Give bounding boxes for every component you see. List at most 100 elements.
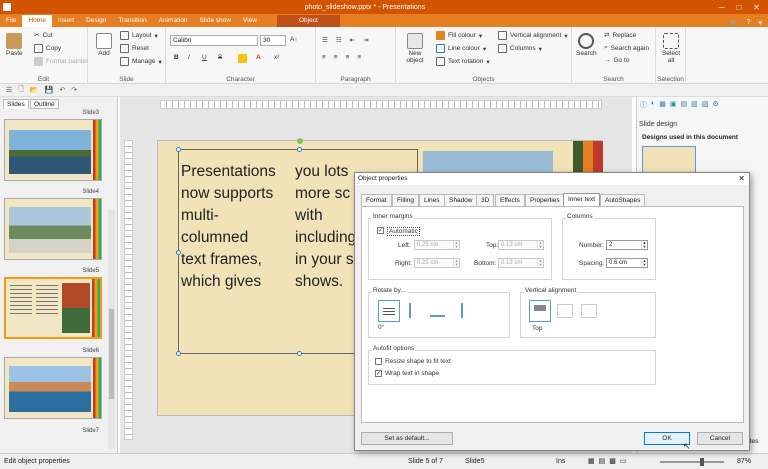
valign-top-button[interactable] xyxy=(529,300,551,322)
tab-inner-text[interactable]: Inner text xyxy=(563,193,601,207)
fill-colour-button[interactable]: Fill colour ▾ xyxy=(436,31,482,40)
wrap-text-checkbox[interactable]: ✓ xyxy=(375,370,382,377)
replace-button[interactable]: ⇄ Replace xyxy=(604,31,636,40)
slide-thumbnail-5[interactable] xyxy=(4,277,102,339)
tab-3d[interactable]: 3D xyxy=(476,194,495,206)
resize-handle[interactable] xyxy=(297,351,302,356)
scrollbar-thumb[interactable] xyxy=(109,309,114,399)
format-painter-button[interactable]: Format painter xyxy=(34,57,88,66)
valign-bottom-icon[interactable] xyxy=(581,304,597,318)
redo-icon[interactable]: ↷ xyxy=(71,86,77,94)
minimize-icon[interactable]: ─ xyxy=(719,3,725,12)
ribbon-options-icon[interactable]: ▾ xyxy=(758,19,762,27)
text-rotation-button[interactable]: Text rotation ▾ xyxy=(436,57,490,66)
tab-lines[interactable]: Lines xyxy=(419,194,445,206)
cart-icon[interactable]: 🛒 xyxy=(730,19,739,27)
gallery-icon[interactable]: ▥ xyxy=(691,100,698,110)
wrap-text-label[interactable]: Wrap text in shape xyxy=(385,370,439,377)
automatic-checkbox[interactable]: ✓ xyxy=(377,227,384,234)
rotate-0-button[interactable] xyxy=(378,300,400,322)
font-size-combo[interactable]: 30 xyxy=(260,35,286,46)
select-all-button[interactable]: Select all xyxy=(660,33,682,64)
spinner[interactable]: ▲ ▼ xyxy=(453,241,459,249)
valign-middle-icon[interactable] xyxy=(557,304,573,318)
set-as-default-button[interactable]: Set as default... xyxy=(361,432,453,445)
reset-button[interactable]: Reset xyxy=(120,44,149,53)
resize-shape-label[interactable]: Resize shape to fit text xyxy=(385,358,451,365)
indent-icon[interactable]: ⇤ xyxy=(350,36,355,44)
save-icon[interactable]: 💾 xyxy=(45,86,54,94)
tab-autoshapes[interactable]: AutoShapes xyxy=(600,194,646,206)
tab-slide-show[interactable]: Slide show xyxy=(194,15,237,27)
align-right-icon[interactable]: ≡ xyxy=(346,54,350,61)
help-icon[interactable]: ? xyxy=(747,19,751,27)
rotate-270-icon[interactable] xyxy=(453,303,463,318)
strikethrough-button[interactable]: S xyxy=(218,54,222,61)
vertical-alignment-button[interactable]: Vertical alignment ▾ xyxy=(498,31,568,40)
add-slide-button[interactable]: Add xyxy=(96,33,112,57)
columns-button[interactable]: Columns ▾ xyxy=(498,44,542,53)
slide-sorter-icon[interactable]: ▩ xyxy=(609,457,616,465)
tab-properties[interactable]: Properties xyxy=(525,194,565,206)
rotate-180-icon[interactable] xyxy=(430,307,445,317)
menu-icon[interactable]: ☰ xyxy=(6,86,12,94)
paste-button[interactable]: Paste xyxy=(6,33,23,57)
layout-button[interactable]: Layout ▾ xyxy=(120,31,158,40)
go-to-button[interactable]: → Go to xyxy=(604,57,629,64)
zoom-thumb[interactable] xyxy=(700,458,704,466)
slide-thumbnail-4[interactable] xyxy=(4,198,102,260)
automatic-label[interactable]: Automatic xyxy=(387,227,420,236)
animation-icon[interactable]: ▣ xyxy=(670,100,677,110)
design-icon[interactable]: ▦ xyxy=(659,100,666,110)
outline-view-icon[interactable]: ▤ xyxy=(599,457,606,465)
cancel-button[interactable]: Cancel xyxy=(697,432,743,445)
slide-thumbnail-3[interactable] xyxy=(4,119,102,181)
tab-animation[interactable]: Animation xyxy=(153,15,194,27)
highlight-icon[interactable] xyxy=(238,54,247,63)
bold-button[interactable]: B xyxy=(174,54,179,61)
tab-shadow[interactable]: Shadow xyxy=(444,194,478,206)
align-center-icon[interactable]: ≡ xyxy=(334,54,338,61)
spinner[interactable]: ▲ ▼ xyxy=(453,259,459,267)
spinner[interactable]: ▲ ▼ xyxy=(537,241,543,249)
numbering-icon[interactable]: ☷ xyxy=(336,36,342,44)
maximize-icon[interactable]: □ xyxy=(736,3,741,12)
tab-slides[interactable]: Slides xyxy=(3,99,29,109)
new-object-button[interactable]: New object xyxy=(402,33,428,64)
settings-icon[interactable]: ⚙ xyxy=(712,100,718,110)
copy-button[interactable]: Copy xyxy=(34,44,61,53)
tab-object[interactable]: Object xyxy=(276,15,340,27)
justify-icon[interactable]: ≡ xyxy=(357,54,361,61)
slides-scrollbar[interactable] xyxy=(108,209,115,449)
resize-shape-checkbox[interactable] xyxy=(375,358,382,365)
font-name-combo[interactable]: Calibri xyxy=(170,35,258,46)
layout-icon[interactable]: ▧ xyxy=(702,100,709,110)
resize-handle[interactable] xyxy=(176,147,181,152)
font-color-icon[interactable]: A xyxy=(256,54,261,61)
tab-design[interactable]: Design xyxy=(80,15,112,27)
tab-insert[interactable]: Insert xyxy=(52,15,80,27)
tab-home[interactable]: Home xyxy=(22,15,52,27)
rotate-90-icon[interactable] xyxy=(409,303,419,318)
open-icon[interactable]: 📂 xyxy=(30,86,39,94)
rotate-handle[interactable] xyxy=(297,138,303,144)
slideshow-view-icon[interactable]: ▭ xyxy=(620,457,627,465)
close-icon[interactable]: ✕ xyxy=(738,173,745,185)
spinner[interactable]: ▲ ▼ xyxy=(641,241,647,249)
info-icon[interactable]: ⓘ xyxy=(640,100,647,110)
underline-button[interactable]: U xyxy=(202,54,207,61)
outdent-icon[interactable]: ⇥ xyxy=(363,36,368,44)
align-left-icon[interactable]: ≡ xyxy=(322,54,326,61)
slide-thumbnail-6[interactable] xyxy=(4,357,102,419)
grow-font-button[interactable]: A↑ xyxy=(290,36,298,43)
search-again-button[interactable]: ⌕ Search again xyxy=(604,44,649,52)
resize-handle[interactable] xyxy=(297,147,302,152)
media-icon[interactable]: ▤ xyxy=(680,100,687,110)
tab-effects[interactable]: Effects xyxy=(495,194,525,206)
undo-icon[interactable]: ↶ xyxy=(59,86,65,94)
tab-format[interactable]: Format xyxy=(361,194,392,206)
italic-button[interactable]: I xyxy=(188,54,190,61)
tab-view[interactable]: View xyxy=(237,15,263,27)
zoom-slider[interactable] xyxy=(660,458,724,466)
line-colour-button[interactable]: Line colour ▾ xyxy=(436,44,486,53)
